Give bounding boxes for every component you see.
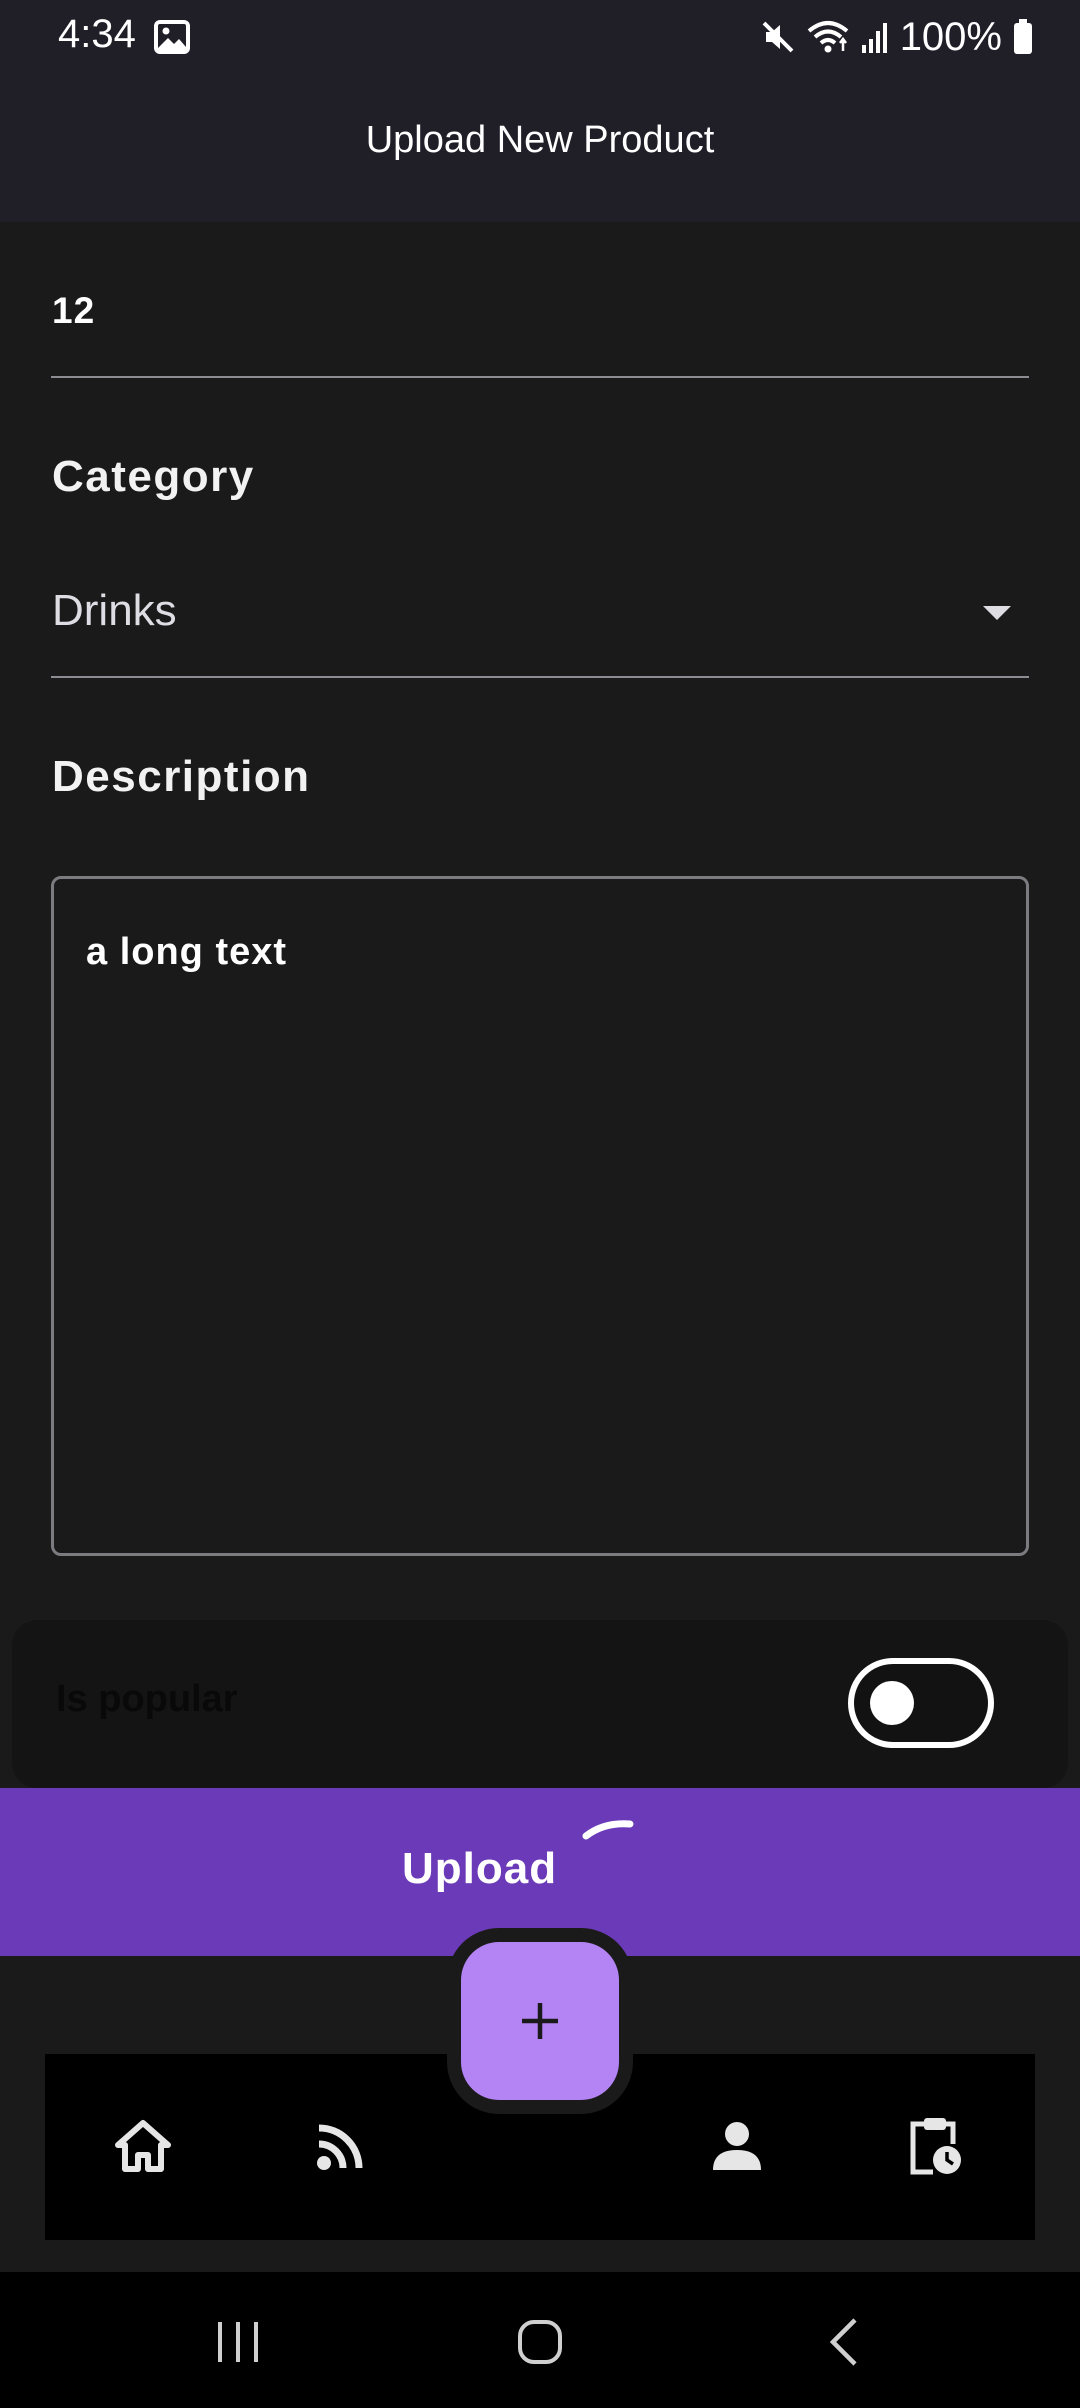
price-input-underline xyxy=(51,376,1029,378)
loading-spinner-icon xyxy=(582,1820,634,1840)
back-icon[interactable] xyxy=(815,2312,875,2372)
is-popular-switch[interactable] xyxy=(848,1658,994,1748)
app-bar: Upload New Product xyxy=(0,74,1080,222)
profile-icon xyxy=(713,2122,761,2170)
status-time: 4:34 xyxy=(58,12,136,56)
description-textarea[interactable]: a long text xyxy=(51,876,1029,1556)
nav-home[interactable] xyxy=(111,2114,175,2178)
wifi-icon xyxy=(807,21,848,53)
system-navigation-bar xyxy=(0,2272,1080,2408)
page-title: Upload New Product xyxy=(365,119,715,161)
status-bar: 4:34 100% xyxy=(0,0,1080,74)
battery-percentage: 100% xyxy=(899,14,1002,59)
orders-history-icon xyxy=(910,2118,961,2175)
category-underline xyxy=(51,676,1029,678)
home-circle-icon[interactable] xyxy=(510,2312,570,2372)
category-dropdown[interactable]: Drinks xyxy=(51,576,1029,676)
is-popular-label: Is popular xyxy=(56,1678,238,1720)
signal-icon xyxy=(861,23,887,53)
is-popular-tile[interactable]: Is popular xyxy=(12,1620,1068,1788)
battery-icon xyxy=(1014,19,1032,54)
gallery-icon xyxy=(154,20,190,54)
add-product-fab[interactable] xyxy=(461,1942,619,2100)
category-label: Category xyxy=(52,452,255,501)
price-input[interactable]: 12 xyxy=(52,290,1028,332)
upload-button[interactable]: Upload xyxy=(0,1788,1080,1956)
description-label: Description xyxy=(52,752,311,801)
plus-icon xyxy=(522,2003,558,2039)
nav-orders-history[interactable] xyxy=(903,2114,967,2178)
upload-button-label: Upload xyxy=(402,1844,558,1893)
description-text: a long text xyxy=(86,931,288,973)
category-selected-value: Drinks xyxy=(52,586,177,635)
home-icon xyxy=(115,2120,171,2172)
nav-feed[interactable] xyxy=(309,2114,373,2178)
nav-profile[interactable] xyxy=(705,2114,769,2178)
switch-knob xyxy=(870,1681,914,1725)
feed-icon xyxy=(317,2124,363,2170)
recents-icon[interactable] xyxy=(208,2312,268,2372)
dropdown-arrow-icon xyxy=(983,606,1011,620)
status-icons: 100% xyxy=(760,10,1034,64)
mute-icon xyxy=(762,21,794,53)
